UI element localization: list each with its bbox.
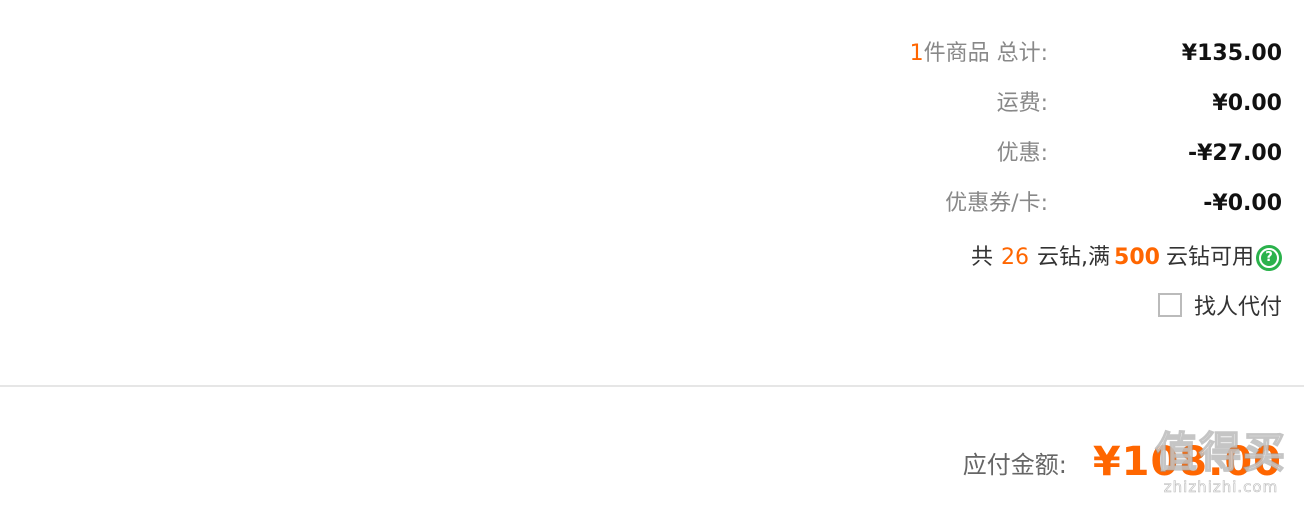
pay-for-me-option[interactable]: 找人代付 bbox=[1157, 283, 1282, 327]
coupon-label: 优惠券/卡: bbox=[945, 191, 1048, 216]
cloud-diamond-info: 共 26 云钻,满 500 云钻可用 ? bbox=[971, 236, 1282, 280]
shipping-value: ¥0.00 bbox=[1212, 91, 1282, 116]
section-divider bbox=[0, 385, 1304, 387]
item-count: 1 bbox=[909, 41, 924, 66]
coupon-row: 优惠券/卡: -¥0.00 bbox=[0, 179, 1304, 229]
discount-label: 优惠: bbox=[996, 141, 1048, 166]
items-total-value: ¥135.00 bbox=[1181, 41, 1282, 66]
amount-due-label: 应付金额: bbox=[962, 450, 1067, 479]
items-total-label-group: 1件商品 总计: bbox=[910, 29, 1048, 79]
items-total-row: 1件商品 总计: ¥135.00 bbox=[0, 29, 1304, 79]
diamond-count: 26 bbox=[1001, 245, 1030, 270]
discount-value: -¥27.00 bbox=[1187, 141, 1282, 166]
shipping-label: 运费: bbox=[996, 91, 1048, 116]
items-total-label: 件商品 总计: bbox=[923, 41, 1048, 66]
diamond-threshold: 500 bbox=[1114, 245, 1160, 270]
pay-for-me-checkbox[interactable] bbox=[1157, 293, 1182, 317]
diamond-suffix: 云钻可用 bbox=[1165, 245, 1254, 270]
diamond-prefix: 共 bbox=[971, 245, 994, 270]
amount-due-value: ¥108.00 bbox=[1092, 439, 1282, 485]
help-symbol: ? bbox=[1261, 250, 1277, 266]
coupon-value: -¥0.00 bbox=[1203, 191, 1282, 216]
pay-for-me-label[interactable]: 找人代付 bbox=[1194, 289, 1282, 321]
diamond-middle: 云钻,满 bbox=[1037, 245, 1111, 270]
shipping-row: 运费: ¥0.00 bbox=[0, 79, 1304, 129]
question-circle-icon[interactable]: ? bbox=[1256, 245, 1282, 271]
discount-row: 优惠: -¥27.00 bbox=[0, 129, 1304, 179]
amount-due: 应付金额: ¥108.00 bbox=[963, 430, 1282, 494]
